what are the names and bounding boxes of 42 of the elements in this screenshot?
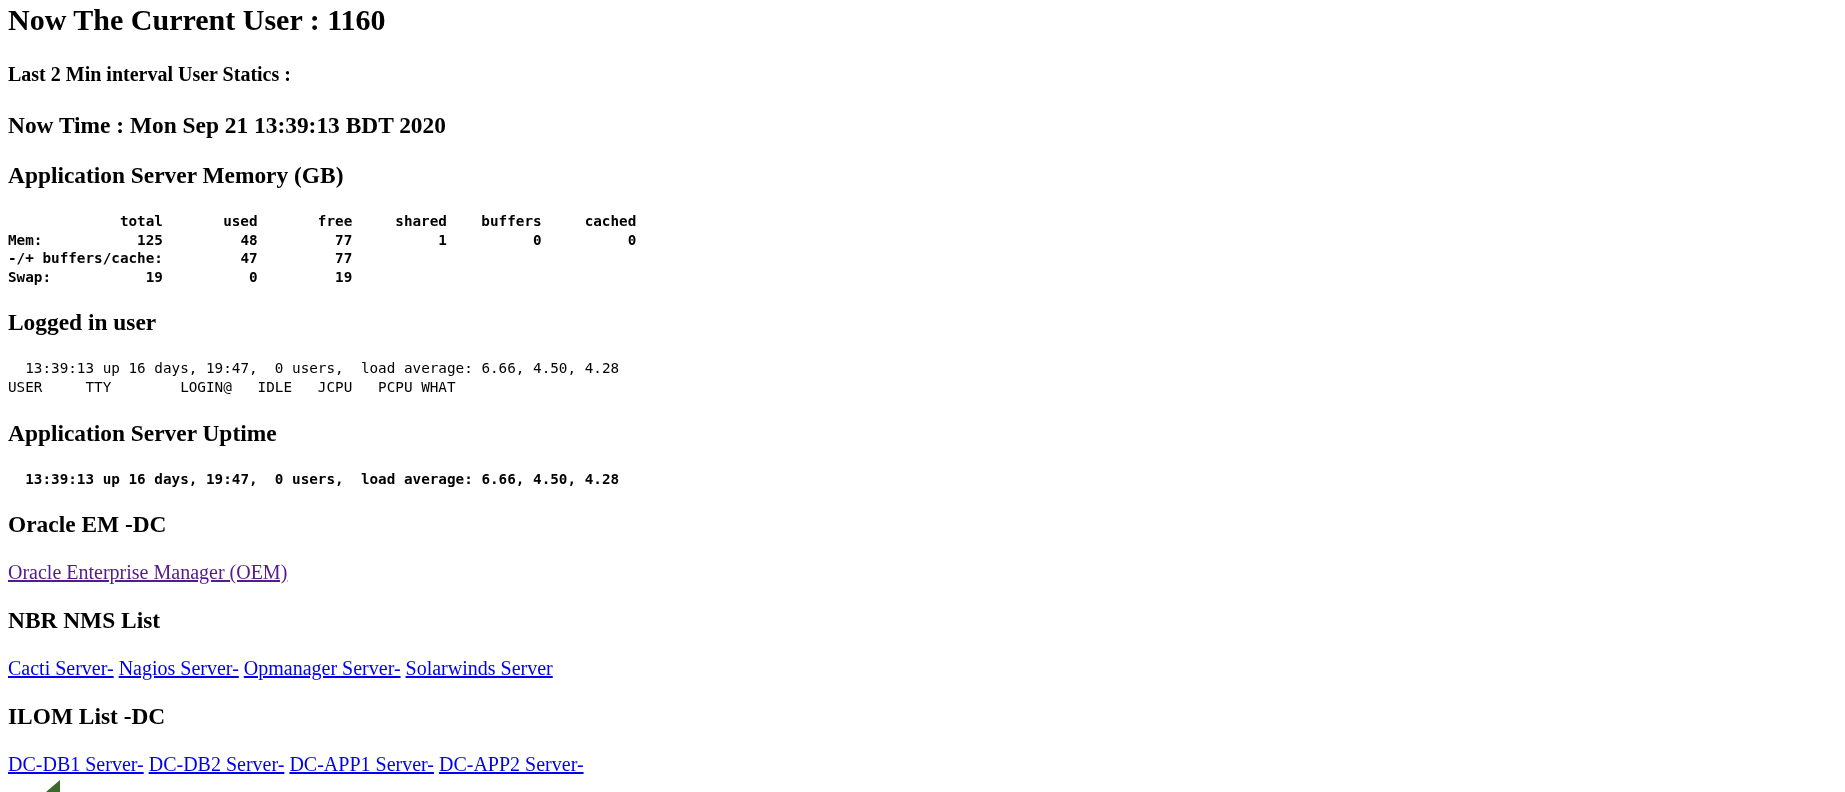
section-heading: Logged in user (8, 309, 158, 337)
table-cell-text: 77 (334, 249, 353, 268)
table-cell-text: 48 (239, 230, 258, 250)
section-heading: Oracle EM -DC (8, 511, 168, 539)
console-line: USER TTY LOGIN@ IDLE JCPU PCPU WHAT (8, 377, 456, 397)
table-cell-text: 0 (532, 230, 542, 250)
server-link[interactable]: Oracle Enterprise Manager (OEM) (8, 561, 288, 584)
server-link[interactable]: Nagios Server- (118, 657, 239, 680)
server-link[interactable]: DC-DB2 Server- (148, 753, 285, 776)
server-link[interactable]: DC-APP2 Server- (438, 753, 584, 776)
page-title: Now The Current User : 1160 (8, 3, 387, 37)
section-heading: Application Server Uptime (8, 419, 278, 447)
column-header: shared (394, 212, 447, 231)
server-link[interactable]: Solarwinds Server (405, 657, 553, 680)
console-line: 13:39:13 up 16 days, 19:47, 0 users, load average: 6.66, 4.50, 4.28 (24, 469, 620, 489)
server-link[interactable]: Cacti Server- (8, 657, 114, 680)
time-heading: Now Time : Mon Sep 21 13:39:13 BDT 2020 (8, 112, 447, 139)
row-label: Swap: (8, 267, 53, 287)
row-label: -/+ buffers/cache: (8, 249, 163, 268)
column-header: buffers (480, 212, 542, 231)
column-header: cached (583, 212, 637, 231)
table-cell-text: 77 (334, 230, 353, 250)
section-heading: Application Server Memory (GB) (8, 162, 345, 189)
section-heading: NBR NMS List (8, 607, 162, 635)
server-link[interactable]: DC-APP1 Server- (289, 753, 434, 776)
column-header: used (222, 212, 258, 231)
column-header: total (118, 212, 163, 231)
console-line: 13:39:13 up 16 days, 19:47, 0 users, load average: 6.66, 4.50, 4.28 (24, 359, 620, 378)
table-cell-text: 125 (136, 230, 163, 250)
row-label: Mem: (8, 230, 44, 250)
server-link[interactable]: DC-DB1 Server- (8, 753, 144, 776)
server-link[interactable]: Opmanager Server- (243, 657, 401, 680)
table-cell-text: 19 (144, 267, 163, 287)
triangle-icon (46, 780, 60, 792)
subtitle: Last 2 Min interval User Statics : (8, 63, 292, 86)
table-cell-text: 0 (248, 267, 258, 287)
table-cell-text: 19 (334, 267, 353, 287)
table-cell-text: 0 (626, 230, 637, 250)
column-header: free (316, 212, 353, 231)
table-cell-text: 1 (437, 230, 447, 250)
section-heading: ILOM List -DC (8, 703, 167, 731)
table-cell-text: 47 (239, 249, 258, 268)
